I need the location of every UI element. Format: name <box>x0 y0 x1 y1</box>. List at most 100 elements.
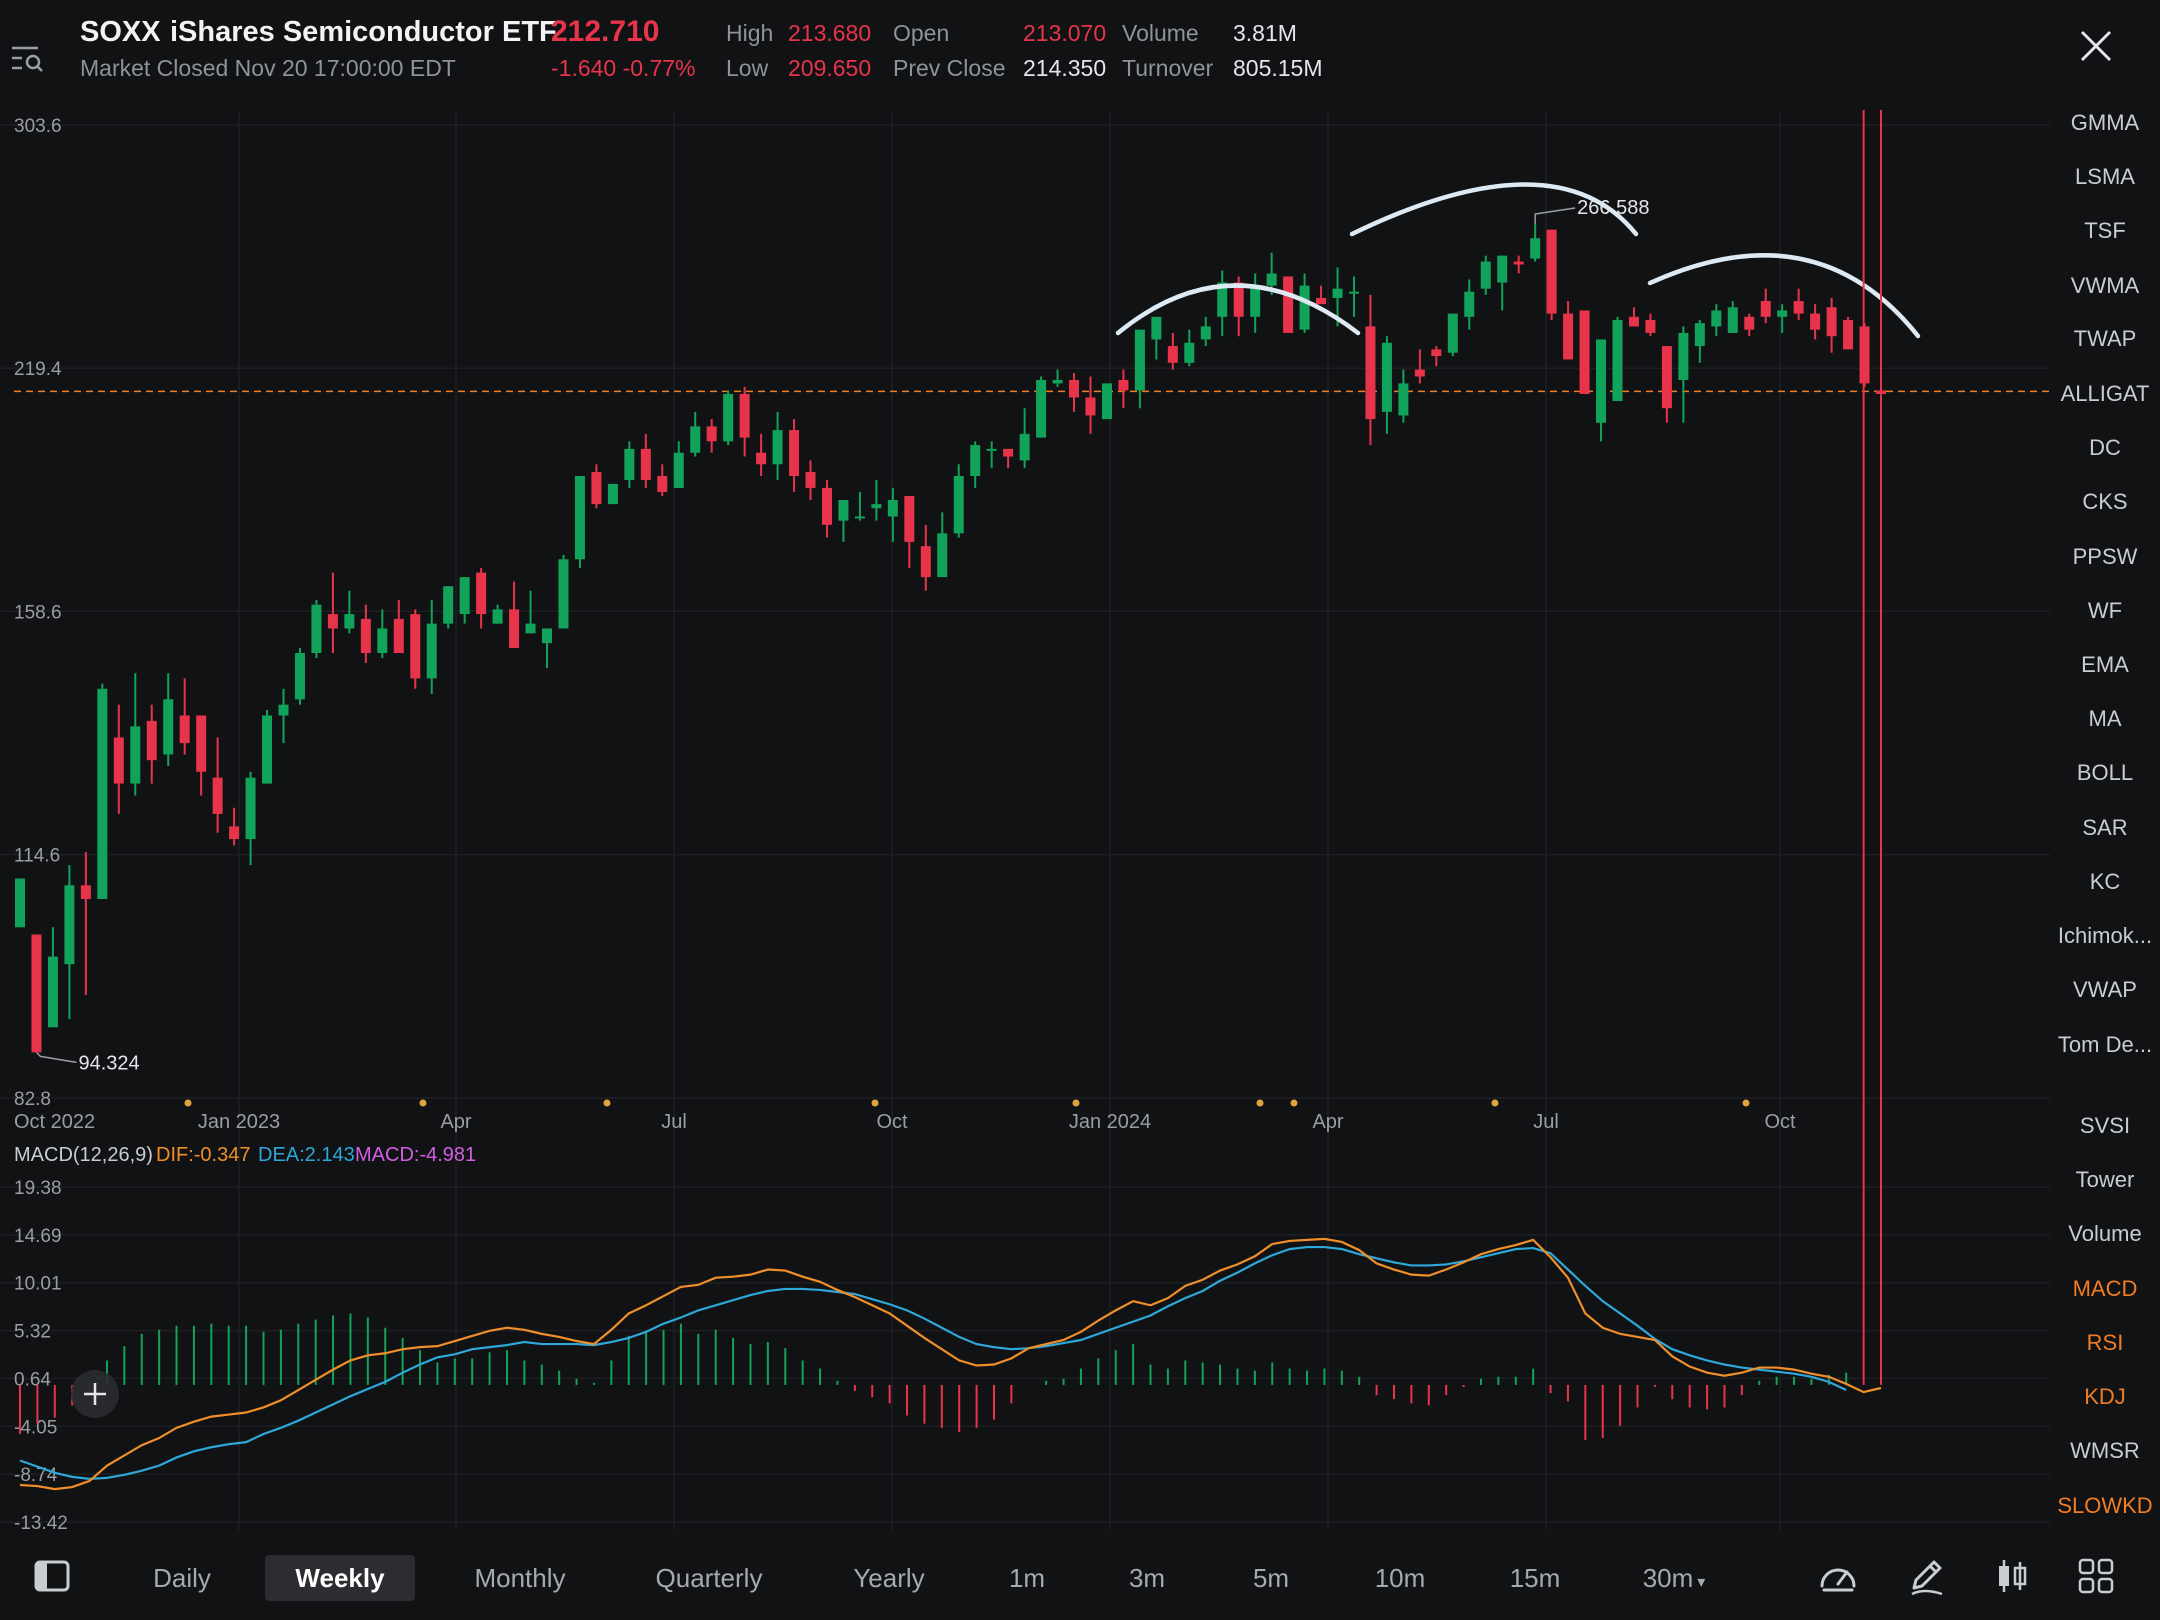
indicator-item[interactable]: SAR <box>2050 815 2160 841</box>
event-marker <box>603 1099 611 1107</box>
indicator-item[interactable]: ALLIGAT <box>2050 381 2160 407</box>
candle <box>772 411 783 480</box>
indicator-item[interactable]: KC <box>2050 869 2160 895</box>
candle <box>920 524 931 591</box>
grid-icon[interactable] <box>2074 1554 2118 1598</box>
macd-value-label: MACD:-4.981 <box>355 1144 476 1166</box>
security-name: iShares Semiconductor ETF <box>170 16 557 48</box>
price-chart[interactable]: 303.6 219.4 158.6 114.6 82.8Oct 2022 Jan 2023… <box>0 110 2050 1530</box>
candle <box>113 704 124 814</box>
period-tab[interactable]: 10m <box>1366 1555 1434 1601</box>
candle-body <box>1134 329 1145 391</box>
indicator-item[interactable]: RSI <box>2050 1330 2160 1356</box>
annotation-arc <box>1647 253 1921 339</box>
sidebar-toggle-icon[interactable] <box>30 1554 74 1598</box>
indicator-item[interactable]: EMA <box>2050 652 2160 678</box>
candle <box>476 568 487 629</box>
indicator-item[interactable]: CKS <box>2050 489 2160 515</box>
period-tab[interactable]: 1m <box>996 1555 1058 1601</box>
indicator-item[interactable]: LSMA <box>2050 164 2160 190</box>
indicator-item[interactable]: TSF <box>2050 218 2160 244</box>
indicator-item[interactable]: MA <box>2050 706 2160 732</box>
stat-label-volume: Volume <box>1122 20 1199 46</box>
indicator-item[interactable]: BOLL <box>2050 760 2160 786</box>
symbol: SOXX <box>80 16 161 48</box>
period-tab-label: 1m <box>1008 1563 1046 1593</box>
speedometer-icon[interactable] <box>1816 1554 1860 1598</box>
candle-body <box>393 618 404 654</box>
indicator-item[interactable]: KDJ <box>2050 1384 2160 1410</box>
candle <box>97 683 108 900</box>
period-tab[interactable]: 5m <box>1236 1555 1306 1601</box>
period-tab[interactable]: Yearly <box>826 1555 952 1601</box>
indicator-item[interactable]: MACD <box>2050 1276 2160 1302</box>
candle <box>1760 288 1771 324</box>
indicator-item[interactable]: Volume <box>2050 1221 2160 1247</box>
price-tick-label: 219.4 <box>14 359 62 380</box>
indicator-item[interactable]: GMMA <box>2050 110 2160 136</box>
stat-value-open: 213.070 <box>1023 20 1107 46</box>
menu-search-icon[interactable] <box>10 40 46 76</box>
period-tab[interactable]: Quarterly <box>634 1555 784 1601</box>
candle-body <box>1365 326 1376 420</box>
candle-body <box>163 699 174 755</box>
candle <box>805 460 816 501</box>
stat-label-prev-close: Prev Close <box>893 55 1006 81</box>
candle <box>245 771 256 866</box>
candle-body <box>1497 255 1508 283</box>
candle <box>1019 408 1030 469</box>
candle-body <box>1151 316 1162 340</box>
indicator-item[interactable]: WMSR <box>2050 1438 2160 1464</box>
indicator-item[interactable]: SVSI <box>2050 1113 2160 1139</box>
indicator-item[interactable]: Ichimok... <box>2050 923 2160 949</box>
stat-value-high: 213.680 <box>788 20 872 46</box>
indicator-item[interactable]: Tom De... <box>2050 1032 2160 1058</box>
candle-body <box>920 546 931 578</box>
candle <box>706 419 717 453</box>
candle-body <box>278 704 289 716</box>
last-price: 212.710 <box>551 15 660 48</box>
indicator-item[interactable]: SLOWKD <box>2050 1493 2160 1519</box>
candle-body <box>47 956 58 1028</box>
candle-body <box>360 618 371 654</box>
period-tab[interactable]: Daily <box>134 1555 230 1601</box>
close-icon[interactable] <box>2076 26 2116 66</box>
indicator-item[interactable]: WF <box>2050 598 2160 624</box>
candle <box>1628 307 1639 327</box>
candle-body <box>854 516 865 519</box>
candle-body <box>476 572 487 615</box>
candle <box>1563 301 1574 360</box>
candle <box>294 648 305 705</box>
period-tab[interactable]: 30m ▾ <box>1628 1555 1720 1601</box>
candle-body <box>1283 276 1294 333</box>
candle-body <box>426 623 437 679</box>
indicator-item[interactable]: Tower <box>2050 1167 2160 1193</box>
candle-body <box>1546 229 1557 314</box>
candle-body <box>887 500 898 517</box>
indicator-item[interactable]: DC <box>2050 435 2160 461</box>
indicator-item[interactable]: TWAP <box>2050 326 2160 352</box>
candle-body <box>1480 261 1491 289</box>
indicator-item[interactable]: VWMA <box>2050 273 2160 299</box>
candle <box>1826 297 1837 353</box>
candle-body <box>640 448 651 480</box>
candlestick-icon[interactable] <box>1990 1554 2034 1598</box>
candle-body <box>1563 313 1574 360</box>
candle <box>15 878 25 928</box>
price-tick-label: 303.6 <box>14 116 62 137</box>
period-tab[interactable]: 3m <box>1118 1555 1176 1601</box>
crosshair-button[interactable] <box>71 1370 119 1418</box>
pen-draw-icon[interactable] <box>1904 1554 1948 1598</box>
indicator-item[interactable]: VWAP <box>2050 977 2160 1003</box>
candle-body <box>1381 342 1392 412</box>
candle-body <box>1579 310 1590 394</box>
indicator-item[interactable]: PPSW <box>2050 544 2160 570</box>
candle <box>163 673 174 766</box>
price-tick-label: 158.6 <box>14 602 62 623</box>
stat-value-low: 209.650 <box>788 55 872 81</box>
period-tab[interactable]: 15m <box>1504 1555 1566 1601</box>
period-tab[interactable]: Monthly <box>455 1555 585 1601</box>
candle-body <box>574 475 585 560</box>
period-tab[interactable]: Weekly <box>265 1555 415 1601</box>
candle <box>1843 316 1854 350</box>
